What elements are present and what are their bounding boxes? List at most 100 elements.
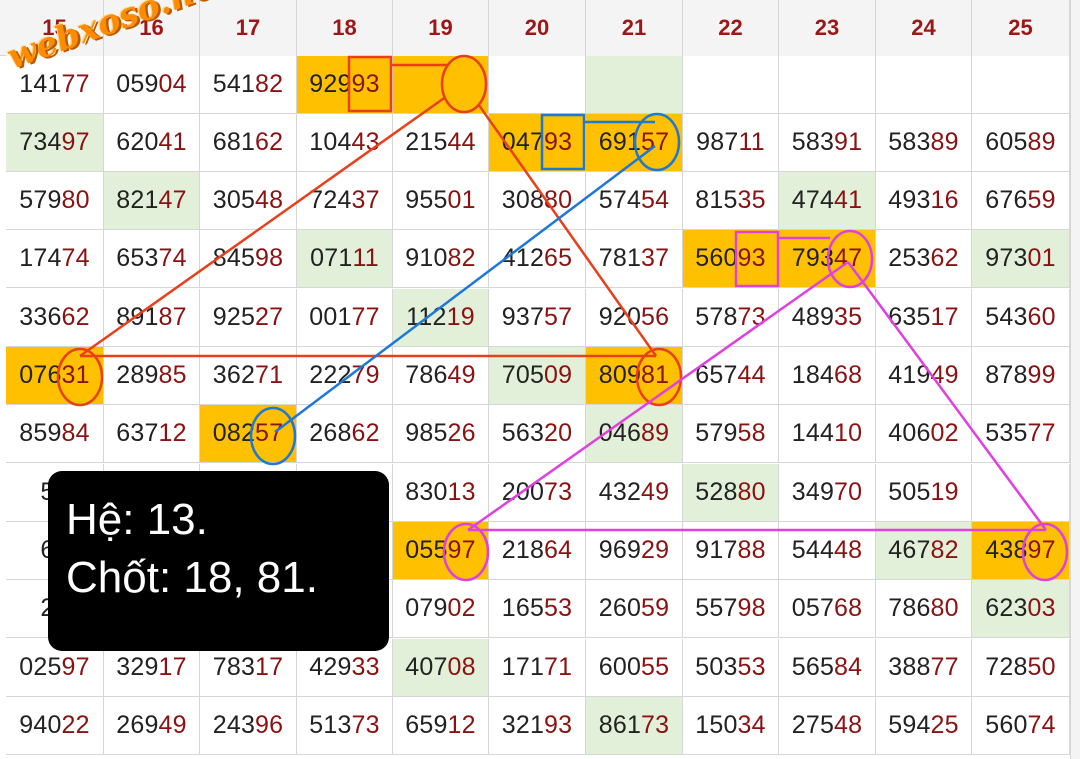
number-head: 809 <box>598 361 642 389</box>
number-head: 859 <box>19 419 62 447</box>
number-tail: 91 <box>834 128 863 156</box>
number-tail: 22 <box>61 711 90 739</box>
result-cell: 057 68 <box>779 580 876 638</box>
result-cell: 920 56 <box>586 289 683 347</box>
number-tail: 98 <box>255 244 284 272</box>
result-cell: 600 55 <box>586 639 683 697</box>
result-cell <box>393 56 489 114</box>
column-header: 23 <box>779 0 876 56</box>
number-tail: 41 <box>834 186 863 214</box>
result-cell: 305 48 <box>200 172 297 230</box>
result-cell: 578 73 <box>683 289 779 347</box>
number-tail: 11 <box>738 128 765 156</box>
number-tail: 80 <box>61 186 90 214</box>
number-tail: 02 <box>930 419 959 447</box>
number-tail: 79 <box>351 361 380 389</box>
number-head: 079 <box>405 594 448 622</box>
number-head: 845 <box>212 244 256 272</box>
number-tail: 73 <box>737 303 766 331</box>
number-tail: 01 <box>1027 244 1056 272</box>
result-cell: 001 77 <box>297 289 393 347</box>
number-head: 505 <box>888 478 931 506</box>
number-tail: 16 <box>930 186 959 214</box>
number-tail: 33 <box>351 653 380 681</box>
result-cell: 845 98 <box>200 230 297 288</box>
number-tail: 57 <box>544 303 573 331</box>
number-head: 025 <box>19 653 62 681</box>
number-tail: 27 <box>255 303 284 331</box>
number-tail: 59 <box>1027 186 1056 214</box>
number-head: 594 <box>888 711 931 739</box>
result-cell: 076 31 <box>6 347 104 405</box>
number-tail: 11 <box>352 244 379 272</box>
result-cell: 861 73 <box>586 697 683 755</box>
number-tail: 55 <box>641 653 670 681</box>
number-head: 815 <box>695 186 738 214</box>
number-tail: 73 <box>351 711 380 739</box>
result-cell: 243 96 <box>200 697 297 755</box>
number-tail: 08 <box>447 653 476 681</box>
result-cell: 594 25 <box>876 697 972 755</box>
number-tail: 17 <box>255 653 284 681</box>
result-cell: 557 98 <box>683 580 779 638</box>
result-cell: 046 89 <box>586 405 683 463</box>
number-tail: 71 <box>544 653 573 681</box>
result-cell: 544 48 <box>779 522 876 580</box>
number-head: 583 <box>888 128 931 156</box>
number-tail: 97 <box>1027 536 1056 564</box>
number-head: 583 <box>791 128 835 156</box>
number-tail: 82 <box>447 244 476 272</box>
result-cell: 705 09 <box>489 347 586 405</box>
number-tail: 87 <box>158 303 187 331</box>
number-head: 349 <box>791 478 835 506</box>
number-tail: 54 <box>641 186 670 214</box>
scroll-edge <box>1070 0 1080 759</box>
number-head: 987 <box>696 128 739 156</box>
number-head: 059 <box>116 70 159 98</box>
number-head: 429 <box>309 653 352 681</box>
number-tail: 89 <box>1027 128 1056 156</box>
result-cell <box>489 56 586 114</box>
result-cell: 560 93 <box>683 230 779 288</box>
number-head: 432 <box>598 478 642 506</box>
number-head: 955 <box>405 186 448 214</box>
number-head: 412 <box>501 244 545 272</box>
result-cell: 635 17 <box>876 289 972 347</box>
result-cell: 493 16 <box>876 172 972 230</box>
number-tail: 19 <box>446 303 475 331</box>
result-cell: 184 68 <box>779 347 876 405</box>
number-tail: 81 <box>641 361 670 389</box>
number-head: 388 <box>888 653 931 681</box>
number-head: 215 <box>405 128 448 156</box>
number-tail: 93 <box>351 70 380 98</box>
number-head: 362 <box>212 361 256 389</box>
result-cell: 859 84 <box>6 405 104 463</box>
result-cell: 910 82 <box>393 230 489 288</box>
column-header: 22 <box>683 0 779 56</box>
result-cell: 955 01 <box>393 172 489 230</box>
result-cell: 691 57 <box>586 114 683 172</box>
number-tail: 62 <box>930 244 959 272</box>
result-cell: 653 74 <box>104 230 200 288</box>
number-head: 112 <box>406 303 447 331</box>
number-tail: 47 <box>834 244 863 272</box>
number-head: 563 <box>501 419 545 447</box>
result-cell: 336 62 <box>6 289 104 347</box>
result-cell: 362 71 <box>200 347 297 405</box>
result-cell: 917 88 <box>683 522 779 580</box>
result-cell: 474 41 <box>779 172 876 230</box>
number-tail: 41 <box>158 128 187 156</box>
number-head: 141 <box>19 70 62 98</box>
number-head: 578 <box>695 303 738 331</box>
number-head: 781 <box>598 244 642 272</box>
number-tail: 77 <box>930 653 959 681</box>
number-head: 917 <box>695 536 738 564</box>
result-cell: 047 93 <box>489 114 586 172</box>
number-tail: 84 <box>61 419 90 447</box>
note-line-2: Chốt: 18, 81. <box>66 553 318 602</box>
number-head: 082 <box>212 419 256 447</box>
number-head: 929 <box>309 70 352 98</box>
number-head: 407 <box>405 653 448 681</box>
result-cell: 165 53 <box>489 580 586 638</box>
number-tail: 93 <box>737 244 766 272</box>
